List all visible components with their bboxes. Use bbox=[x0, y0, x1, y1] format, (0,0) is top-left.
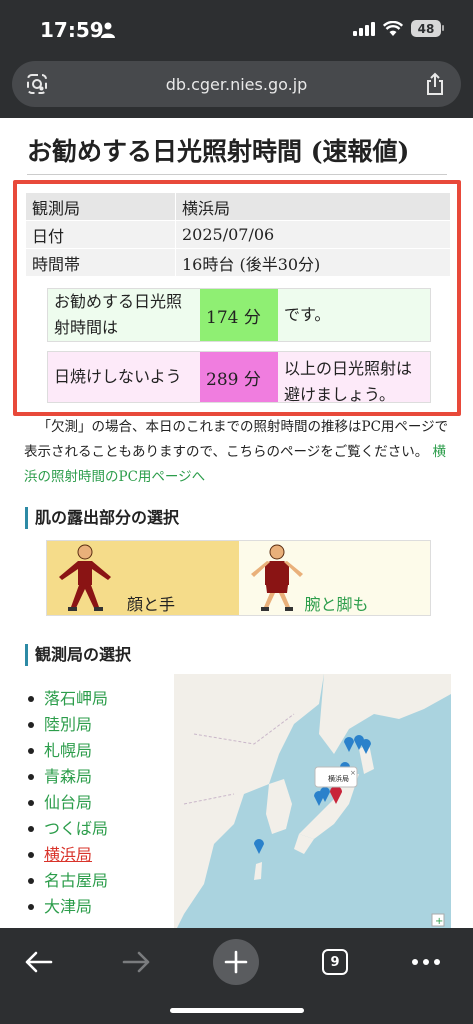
tabs-button[interactable]: 9 bbox=[313, 940, 357, 984]
back-button[interactable] bbox=[16, 940, 60, 984]
arrow-left-icon bbox=[25, 951, 53, 973]
browser-toolbar: 9 bbox=[0, 928, 473, 1024]
station-section-title: 観測局の選択 bbox=[25, 644, 131, 666]
info-value: 2025/07/06 bbox=[175, 220, 451, 249]
recommended-time-suffix: です。 bbox=[278, 289, 430, 341]
list-item[interactable]: 陸別局 bbox=[28, 712, 108, 738]
list-item[interactable]: 札幌局 bbox=[28, 738, 108, 764]
recommended-time-value: 174 分 bbox=[200, 289, 278, 341]
info-label: 日付 bbox=[25, 220, 176, 249]
cellular-signal-icon bbox=[353, 21, 375, 36]
zoom-in-icon[interactable]: + bbox=[435, 916, 443, 927]
station-link[interactable]: 陸別局 bbox=[44, 712, 92, 738]
wifi-icon bbox=[383, 21, 403, 36]
status-bar: 17:59 48 bbox=[0, 0, 473, 60]
list-item[interactable]: 青森局 bbox=[28, 764, 108, 790]
info-value: 16時台 (後半30分) bbox=[175, 248, 451, 277]
arrow-right-icon bbox=[122, 951, 150, 973]
more-menu-button[interactable] bbox=[404, 940, 448, 984]
skin-exposure-selector: 顔と手 腕と脚も bbox=[46, 540, 431, 616]
person-icon bbox=[101, 22, 115, 38]
list-item[interactable]: 名古屋局 bbox=[28, 868, 108, 894]
option-face-hands-label: 顔と手 bbox=[127, 595, 176, 614]
sunburn-limit-row: 日焼けしないよう 289 分 以上の日光照射は避けましょう。 bbox=[47, 351, 431, 404]
station-list: 落石岬局 陸別局 札幌局 青森局 仙台局 つくば局 横浜局 名古屋局 大津局 bbox=[28, 686, 108, 920]
page-tools-icon[interactable] bbox=[26, 73, 48, 95]
page-title: お勧めする日光照射時間 (速報値) bbox=[27, 132, 447, 175]
info-label: 時間帯 bbox=[25, 248, 176, 277]
recommended-time-label: お勧めする日光照射時間は bbox=[48, 289, 200, 341]
note-text: 「欠測」の場合、本日のこれまでの照射時間の推移はPC用ページで表示されることもあ… bbox=[24, 419, 449, 460]
table-row: 観測局 横浜局 bbox=[25, 192, 451, 221]
table-row: 日付 2025/07/06 bbox=[25, 220, 451, 249]
browser-chrome-top: 17:59 48 db.cger.nies.go.jp bbox=[0, 0, 473, 118]
person-figure-short-sleeve-icon bbox=[59, 544, 111, 611]
address-bar[interactable]: db.cger.nies.go.jp bbox=[12, 61, 461, 107]
forward-button[interactable] bbox=[115, 940, 159, 984]
station-link[interactable]: 名古屋局 bbox=[44, 868, 108, 894]
station-link-current[interactable]: 横浜局 bbox=[44, 842, 92, 868]
list-item-current[interactable]: 横浜局 bbox=[28, 842, 108, 868]
map-popup-label: 横浜局 bbox=[328, 774, 349, 783]
option-face-hands[interactable]: 顔と手 bbox=[47, 541, 239, 615]
tab-count-badge: 9 bbox=[322, 949, 348, 975]
list-item[interactable]: つくば局 bbox=[28, 816, 108, 842]
body-section-title: 肌の露出部分の選択 bbox=[25, 507, 179, 529]
option-arms-legs[interactable]: 腕と脚も bbox=[238, 541, 430, 615]
station-map[interactable]: 横浜局 × + bbox=[174, 674, 451, 928]
url-text[interactable]: db.cger.nies.go.jp bbox=[166, 75, 308, 94]
page-content: お勧めする日光照射時間 (速報値) 観測局 横浜局 日付 2025/07/06 … bbox=[0, 118, 473, 928]
home-indicator bbox=[170, 1008, 304, 1013]
new-tab-button[interactable] bbox=[213, 939, 259, 985]
share-icon[interactable] bbox=[425, 72, 445, 96]
list-item[interactable]: 仙台局 bbox=[28, 790, 108, 816]
station-link[interactable]: 札幌局 bbox=[44, 738, 92, 764]
option-arms-legs-label: 腕と脚も bbox=[304, 595, 369, 614]
info-table: 観測局 横浜局 日付 2025/07/06 時間帯 16時台 (後半30分) bbox=[25, 192, 451, 277]
station-link[interactable]: つくば局 bbox=[44, 816, 108, 842]
map-canvas[interactable]: 横浜局 × + bbox=[174, 674, 451, 928]
station-link[interactable]: 大津局 bbox=[44, 894, 92, 920]
more-dots-icon bbox=[412, 959, 440, 965]
info-value: 横浜局 bbox=[175, 192, 451, 221]
plus-icon bbox=[224, 950, 248, 974]
station-link[interactable]: 青森局 bbox=[44, 764, 92, 790]
sunburn-limit-suffix: 以上の日光照射は避けましょう。 bbox=[278, 352, 430, 404]
list-item[interactable]: 落石岬局 bbox=[28, 686, 108, 712]
recommended-time-row: お勧めする日光照射時間は 174 分 です。 bbox=[47, 288, 431, 342]
person-figure-shorts-icon bbox=[250, 544, 303, 611]
station-link[interactable]: 仙台局 bbox=[44, 790, 92, 816]
list-item[interactable]: 大津局 bbox=[28, 894, 108, 920]
sunburn-limit-value: 289 分 bbox=[200, 352, 278, 402]
status-time: 17:59 bbox=[40, 18, 104, 42]
missing-data-note: 「欠測」の場合、本日のこれまでの照射時間の推移はPC用ページで表示されることもあ… bbox=[24, 415, 450, 490]
status-indicators: 48 bbox=[353, 20, 444, 37]
table-row: 時間帯 16時台 (後半30分) bbox=[25, 248, 451, 277]
battery-icon: 48 bbox=[411, 20, 444, 37]
sunburn-limit-label: 日焼けしないよう bbox=[48, 352, 200, 402]
svg-text:×: × bbox=[350, 769, 356, 777]
info-label: 観測局 bbox=[25, 192, 176, 221]
station-link[interactable]: 落石岬局 bbox=[44, 686, 108, 712]
